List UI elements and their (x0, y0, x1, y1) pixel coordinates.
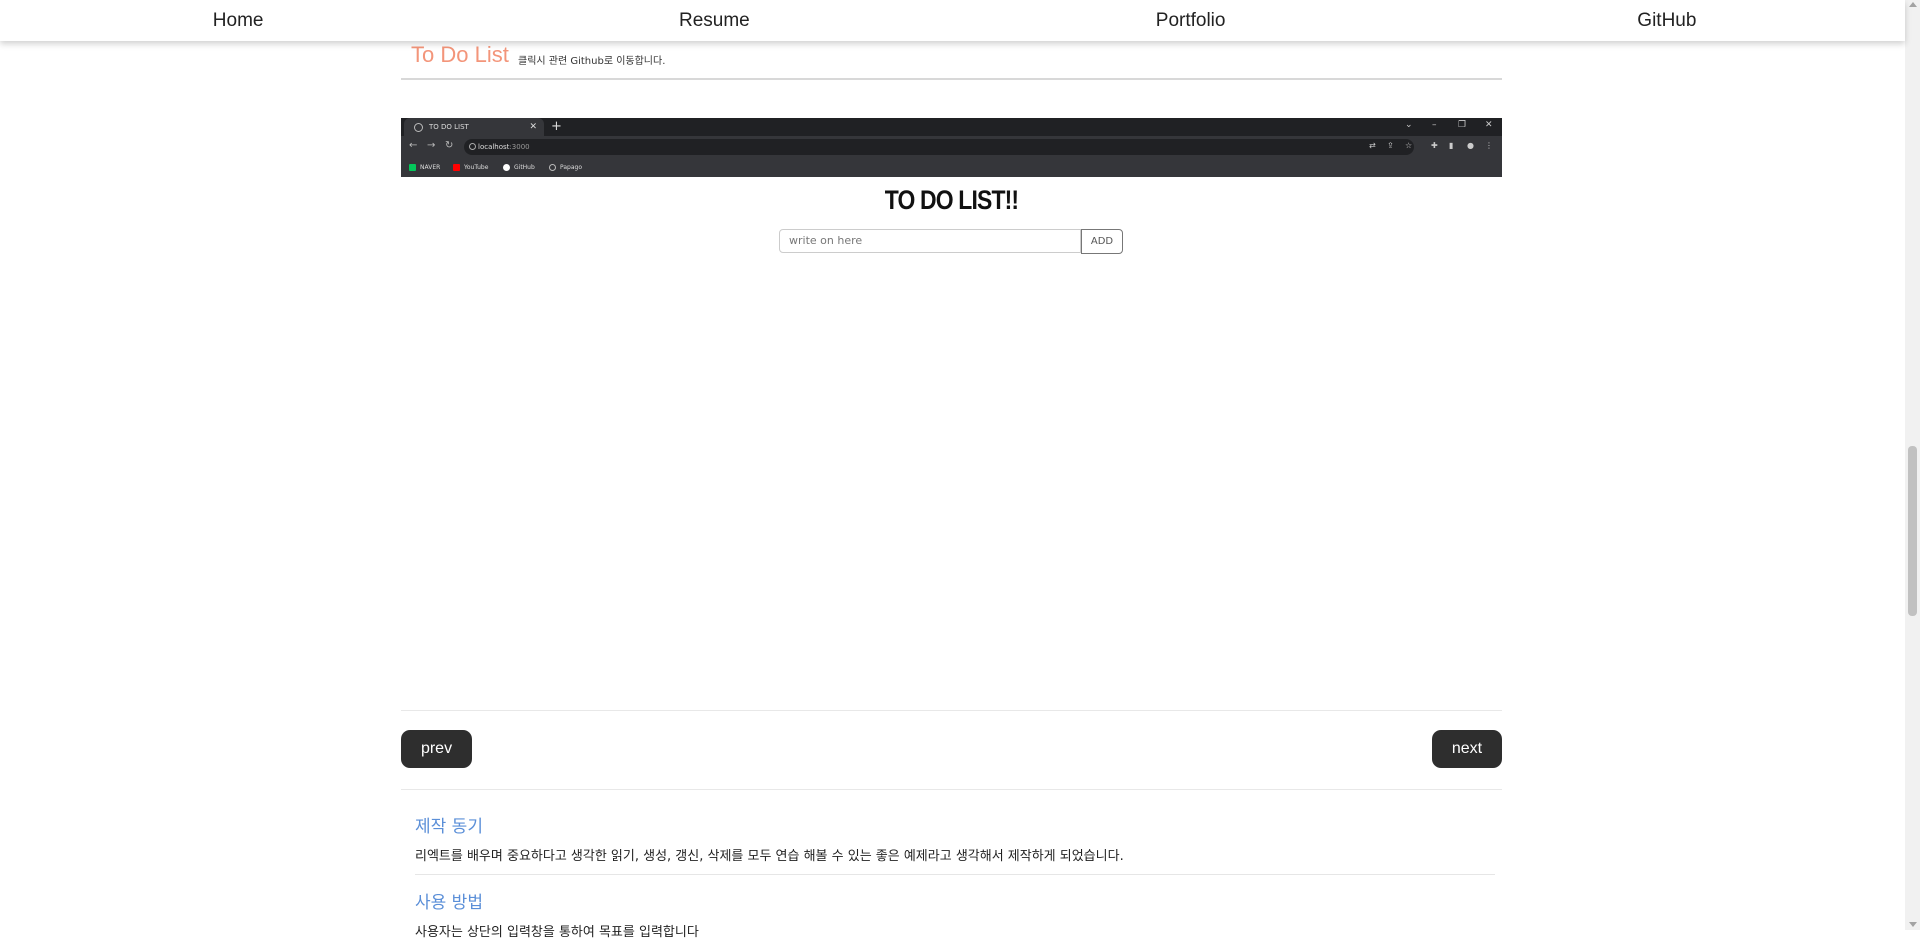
browser-chrome: TO DO LIST ✕ + ⌄ – ❐ ✕ ← → ↻ localhost:3… (401, 118, 1502, 177)
extensions-icon: ✚ (1431, 141, 1438, 150)
scrollbar-thumb[interactable] (1908, 446, 1917, 616)
browser-tab: TO DO LIST ✕ (404, 118, 544, 136)
naver-icon (409, 164, 416, 171)
minimize-icon: – (1432, 120, 1437, 130)
motivation-body: 리엑트를 배우며 중요하다고 생각한 읽기, 생성, 갱신, 삭제를 모두 연습… (415, 849, 1124, 864)
scroll-down-arrow-icon[interactable] (1909, 922, 1917, 927)
usage-body: 사용자는 상단의 입력창을 통하여 목표를 입력합니다 (415, 925, 699, 940)
bookmark-papago: Papago (549, 162, 582, 173)
youtube-icon (453, 164, 460, 171)
todo-add-button-image: ADD (1081, 229, 1123, 254)
scroll-up-arrow-icon[interactable] (1909, 2, 1917, 7)
restore-icon: ❐ (1458, 120, 1467, 130)
usage-section: 사용 방법 사용자는 상단의 입력창을 통하여 목표를 입력합니다 (415, 888, 1495, 940)
back-arrow-icon: ← (409, 140, 418, 151)
reload-icon: ↻ (445, 140, 454, 151)
pager: prev next (401, 710, 1502, 790)
close-window-icon: ✕ (1485, 120, 1493, 130)
address-host: localhost (478, 143, 510, 151)
github-icon (503, 164, 510, 171)
close-tab-icon: ✕ (529, 122, 537, 132)
top-navigation: Home Resume Portfolio GitHub (0, 0, 1905, 41)
project-header: To Do List 클릭시 관련 Github로 이동합니다. (401, 40, 1502, 80)
motivation-title: 제작 동기 (415, 817, 483, 837)
todo-input-image: write on here (779, 229, 1081, 253)
section-divider (415, 874, 1495, 875)
nav-resume[interactable]: Resume (476, 10, 952, 32)
new-tab-icon: + (551, 119, 562, 134)
more-menu-icon: ⋮ (1485, 141, 1493, 150)
share-icon: ⇪ (1387, 141, 1394, 150)
browser-tab-title: TO DO LIST (429, 123, 469, 131)
address-row: ← → ↻ localhost:3000 ⇄ ⇪ ☆ ✚ ▮ ● ⋮ (401, 136, 1502, 159)
profile-icon: ● (1467, 141, 1474, 150)
usage-title: 사용 방법 (415, 893, 483, 913)
nav-home[interactable]: Home (0, 10, 476, 32)
bookmark-naver: NAVER (409, 162, 440, 173)
bookmark-github: GitHub (503, 162, 535, 173)
address-port: :3000 (509, 143, 530, 151)
project-subtitle: 클릭시 관련 Github로 이동합니다. (518, 56, 666, 67)
chevron-down-icon: ⌄ (1405, 120, 1413, 130)
sidepanel-icon: ▮ (1449, 141, 1454, 150)
info-icon (469, 143, 476, 150)
bookmark-youtube: YouTube (453, 162, 488, 173)
motivation-section: 제작 동기 리엑트를 배우며 중요하다고 생각한 읽기, 생성, 갱신, 삭제를… (415, 812, 1495, 864)
bookmarks-bar: NAVER YouTube GitHub Papago (401, 159, 1502, 177)
nav-portfolio[interactable]: Portfolio (953, 10, 1429, 32)
todo-app-title: TO DO LIST!! (884, 185, 1019, 215)
globe-icon (414, 123, 423, 132)
prev-button[interactable]: prev (401, 730, 472, 768)
address-bar: localhost:3000 (464, 139, 1414, 155)
nav-github[interactable]: GitHub (1429, 10, 1905, 32)
forward-arrow-icon: → (427, 140, 436, 151)
globe-icon (549, 164, 556, 171)
page-scrollbar[interactable] (1905, 0, 1920, 930)
translate-icon: ⇄ (1369, 141, 1376, 150)
project-title-link[interactable]: To Do List (411, 42, 509, 68)
project-screenshot: TO DO LIST ✕ + ⌄ – ❐ ✕ ← → ↻ localhost:3… (401, 118, 1502, 711)
next-button[interactable]: next (1432, 730, 1502, 768)
star-icon: ☆ (1405, 141, 1413, 150)
